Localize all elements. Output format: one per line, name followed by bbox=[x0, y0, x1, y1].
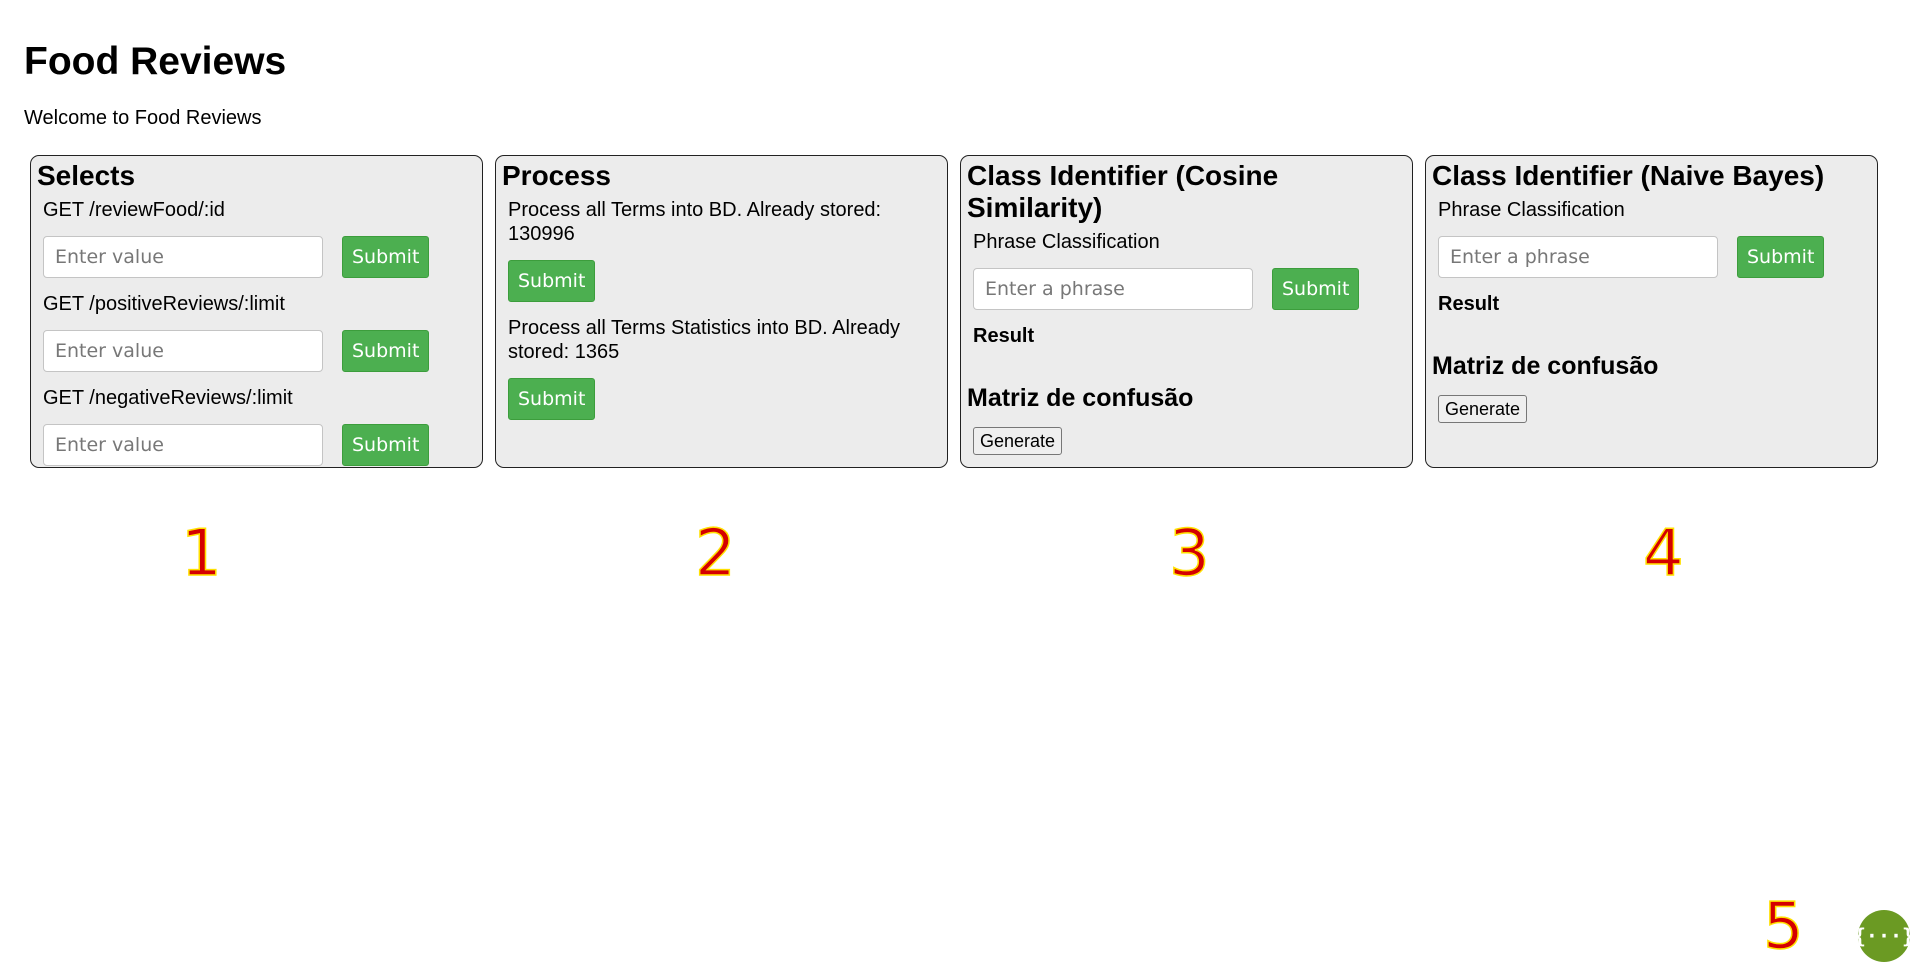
marker-3: 3 bbox=[1168, 517, 1210, 591]
process-terms-label: Process all Terms into BD. Already store… bbox=[508, 199, 882, 245]
process-stats-submit-button[interactable]: Submit bbox=[508, 378, 596, 420]
cosine-phrase-label: Phrase Classification bbox=[973, 231, 1160, 253]
positive-reviews-submit-button[interactable]: Submit bbox=[342, 330, 430, 372]
cosine-panel: Class Identifier (Cosine Similarity) Phr… bbox=[960, 155, 1413, 468]
negative-reviews-label: GET /negativeReviews/:limit bbox=[43, 387, 293, 409]
positive-reviews-endpoint: GET /positiveReviews/:limit Submit bbox=[37, 292, 476, 372]
marker-4: 4 bbox=[1642, 517, 1684, 591]
review-food-endpoint: GET /reviewFood/:id Submit bbox=[37, 198, 476, 278]
bayes-generate-button[interactable]: Generate bbox=[1438, 395, 1528, 423]
negative-reviews-submit-button[interactable]: Submit bbox=[342, 424, 430, 466]
bayes-matrix-heading: Matriz de confusão bbox=[1432, 352, 1659, 380]
bayes-phrase-label: Phrase Classification bbox=[1438, 199, 1625, 221]
page-title: Food Reviews bbox=[24, 40, 287, 83]
cosine-result-label: Result bbox=[973, 325, 1035, 347]
process-stats-label: Process all Terms Statistics into BD. Al… bbox=[508, 317, 900, 363]
positive-reviews-limit-input[interactable] bbox=[43, 330, 323, 372]
panels-row: Selects GET /reviewFood/:id Submit GET /… bbox=[30, 155, 1878, 468]
process-heading: Process bbox=[502, 160, 611, 191]
cosine-matrix-heading: Matriz de confusão bbox=[967, 384, 1194, 412]
bayes-result-label: Result bbox=[1438, 293, 1500, 315]
review-food-label: GET /reviewFood/:id bbox=[43, 199, 225, 221]
negative-reviews-limit-input[interactable] bbox=[43, 424, 323, 466]
selects-heading: Selects bbox=[37, 160, 136, 191]
welcome-text: Welcome to Food Reviews bbox=[24, 107, 262, 129]
selects-panel: Selects GET /reviewFood/:id Submit GET /… bbox=[30, 155, 483, 468]
bayes-heading: Class Identifier (Naive Bayes) bbox=[1432, 160, 1825, 191]
bayes-submit-button[interactable]: Submit bbox=[1737, 236, 1825, 278]
marker-5: 5 bbox=[1762, 890, 1804, 964]
negative-reviews-endpoint: GET /negativeReviews/:limit Submit bbox=[37, 386, 476, 466]
curly-braces-icon[interactable]: {···} bbox=[1854, 910, 1914, 962]
bayes-panel: Class Identifier (Naive Bayes) Phrase Cl… bbox=[1425, 155, 1878, 468]
cosine-submit-button[interactable]: Submit bbox=[1272, 268, 1360, 310]
review-food-id-input[interactable] bbox=[43, 236, 323, 278]
cosine-generate-button[interactable]: Generate bbox=[973, 427, 1063, 455]
process-terms-submit-button[interactable]: Submit bbox=[508, 260, 596, 302]
marker-2: 2 bbox=[694, 517, 736, 591]
cosine-heading: Class Identifier (Cosine Similarity) bbox=[967, 160, 1279, 223]
process-panel: Process Process all Terms into BD. Alrea… bbox=[495, 155, 948, 468]
review-food-submit-button[interactable]: Submit bbox=[342, 236, 430, 278]
bayes-phrase-input[interactable] bbox=[1438, 236, 1718, 278]
marker-1: 1 bbox=[180, 517, 222, 591]
cosine-phrase-input[interactable] bbox=[973, 268, 1253, 310]
positive-reviews-label: GET /positiveReviews/:limit bbox=[43, 293, 285, 315]
